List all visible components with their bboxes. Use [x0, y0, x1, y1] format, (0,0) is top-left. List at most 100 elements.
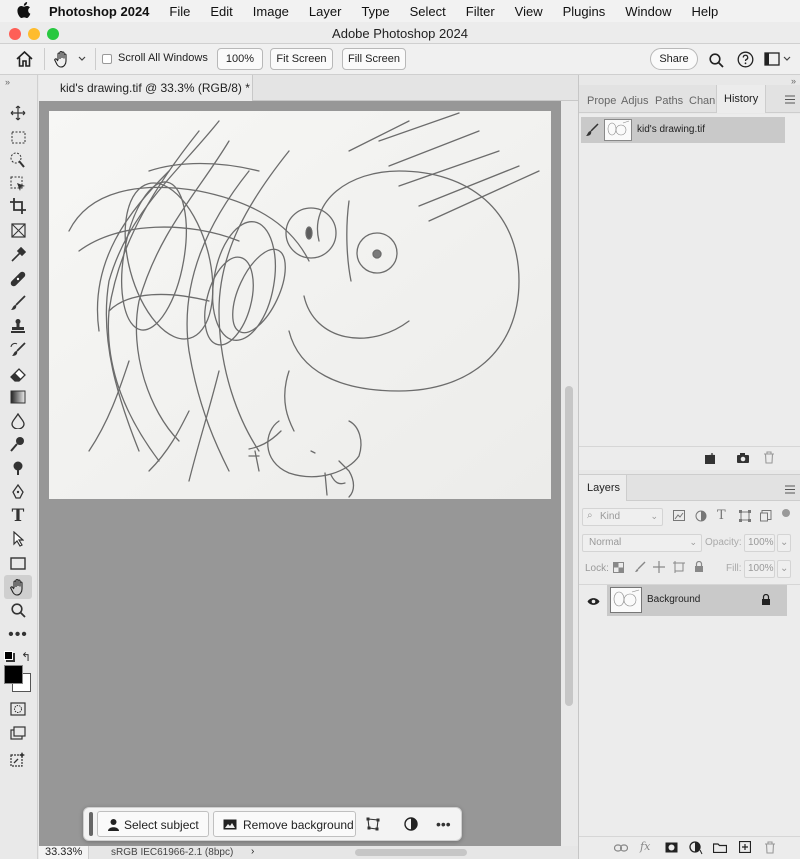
hand-tool-icon[interactable] — [4, 575, 32, 599]
zoom-100-button[interactable]: 100% — [217, 48, 263, 70]
layer-name[interactable]: Background — [647, 594, 700, 605]
tab-adjustments[interactable]: Adjus — [621, 95, 649, 107]
new-group-folder-icon[interactable] — [712, 842, 728, 856]
swap-colors-icon[interactable]: ↰ — [21, 650, 31, 664]
clone-stamp-tool-icon[interactable] — [6, 316, 30, 336]
horizontal-scroll-thumb[interactable] — [355, 849, 467, 856]
lock-image-pixels-icon[interactable] — [634, 561, 646, 576]
visibility-eye-icon[interactable] — [587, 595, 600, 609]
tab-channels[interactable]: Chan — [689, 95, 715, 107]
select-subject-button[interactable]: Select subject — [97, 811, 209, 837]
type-layer-filter-icon[interactable]: T — [717, 508, 726, 523]
workspace-icon[interactable] — [762, 50, 782, 68]
trash-icon[interactable] — [764, 841, 776, 857]
help-icon[interactable] — [735, 49, 755, 69]
remove-background-button[interactable]: Remove background — [213, 811, 356, 837]
quick-mask-icon[interactable] — [6, 699, 30, 719]
foreground-color-swatch[interactable] — [4, 665, 23, 684]
share-button[interactable]: Share — [650, 48, 698, 70]
lock-transparent-pixels-icon[interactable] — [613, 562, 624, 576]
lock-artboard-icon[interactable] — [673, 561, 685, 576]
pen-tool-icon[interactable] — [6, 482, 30, 502]
type-tool-icon[interactable]: T — [6, 506, 30, 526]
menu-edit[interactable]: Edit — [210, 4, 232, 19]
fit-screen-button[interactable]: Fit Screen — [270, 48, 333, 70]
chevron-right-icon[interactable]: › — [251, 846, 254, 857]
screen-mode-icon[interactable] — [6, 723, 30, 743]
shape-layer-filter-icon[interactable] — [739, 510, 751, 525]
opacity-dropdown[interactable]: ⌄ — [777, 534, 791, 552]
panel-menu-icon[interactable] — [785, 483, 795, 497]
history-state-row[interactable]: kid's drawing.tif — [581, 117, 785, 143]
menu-help[interactable]: Help — [692, 4, 719, 19]
smart-object-filter-icon[interactable] — [760, 510, 772, 525]
layer-filter-kind[interactable]: ⌕ Kind ⌄ — [582, 508, 663, 526]
opacity-input[interactable]: 100% — [744, 534, 775, 552]
fill-dropdown[interactable]: ⌄ — [777, 560, 791, 578]
fill-input[interactable]: 100% — [744, 560, 775, 578]
transform-icon[interactable] — [366, 817, 380, 834]
move-tool-icon[interactable] — [6, 103, 30, 123]
object-selection-tool-icon[interactable] — [6, 174, 30, 194]
new-document-from-state-icon[interactable] — [704, 452, 718, 468]
panel-menu-icon[interactable] — [785, 93, 795, 107]
tab-history[interactable]: History — [716, 85, 766, 113]
document-image[interactable] — [49, 111, 551, 499]
blur-tool-icon[interactable] — [6, 411, 30, 431]
history-brush-source-icon[interactable] — [585, 123, 599, 140]
brush-tool-icon[interactable] — [6, 293, 30, 313]
new-adjustment-layer-icon[interactable] — [689, 841, 703, 858]
apple-menu-icon[interactable] — [17, 1, 35, 21]
tab-paths[interactable]: Paths — [655, 95, 683, 107]
chevron-down-icon[interactable] — [76, 52, 88, 66]
vertical-scrollbar[interactable] — [561, 101, 578, 846]
crop-tool-icon[interactable] — [6, 196, 30, 216]
chevron-down-icon[interactable] — [782, 54, 792, 64]
search-icon[interactable] — [706, 50, 726, 70]
add-mask-icon[interactable] — [665, 842, 678, 856]
canvas-area[interactable]: Select subject Remove background ••• — [39, 101, 561, 846]
task-bar-grip[interactable] — [89, 812, 93, 836]
scroll-all-windows-checkbox[interactable] — [102, 54, 112, 64]
dodge-tool-icon[interactable] — [6, 434, 30, 454]
home-icon[interactable] — [12, 49, 36, 69]
generative-fill-icon[interactable] — [6, 749, 30, 769]
history-brush-tool-icon[interactable] — [6, 340, 30, 360]
menu-select[interactable]: Select — [410, 4, 446, 19]
eraser-tool-icon[interactable] — [6, 364, 30, 384]
menu-type[interactable]: Type — [361, 4, 389, 19]
lock-all-icon[interactable] — [694, 560, 704, 576]
menu-plugins[interactable]: Plugins — [563, 4, 606, 19]
tab-layers[interactable]: Layers — [579, 475, 627, 501]
menu-window[interactable]: Window — [625, 4, 671, 19]
default-colors-icon[interactable] — [4, 651, 13, 660]
new-layer-icon[interactable] — [738, 840, 752, 856]
gradient-tool-icon[interactable] — [6, 387, 30, 407]
collapse-toolbox-icon[interactable]: » — [5, 77, 10, 87]
path-selection-tool-icon[interactable] — [6, 529, 30, 549]
fill-screen-button[interactable]: Fill Screen — [342, 48, 406, 70]
menu-layer[interactable]: Layer — [309, 4, 342, 19]
zoom-tool-icon[interactable] — [6, 600, 30, 620]
more-options-icon[interactable]: ••• — [436, 816, 451, 832]
layer-style-fx-icon[interactable]: fx — [640, 840, 650, 853]
menu-photoshop[interactable]: Photoshop 2024 — [49, 4, 149, 19]
hand-tool-preset-icon[interactable] — [51, 48, 73, 70]
frame-tool-icon[interactable] — [6, 220, 30, 240]
adjustment-layer-filter-icon[interactable] — [695, 510, 707, 525]
spot-healing-tool-icon[interactable] — [6, 269, 30, 289]
zoom-level[interactable]: 33.33% — [39, 846, 89, 859]
quick-selection-tool-icon[interactable] — [6, 150, 30, 170]
more-tools-icon[interactable]: ••• — [6, 625, 30, 645]
menu-image[interactable]: Image — [253, 4, 289, 19]
layer-row-background[interactable]: Background — [579, 585, 800, 616]
camera-icon[interactable] — [736, 452, 750, 467]
tab-properties[interactable]: Prope — [587, 95, 616, 107]
rectangle-tool-icon[interactable] — [6, 553, 30, 573]
eyedropper-tool-icon[interactable] — [6, 245, 30, 265]
document-tab[interactable]: kid's drawing.tif @ 33.3% (RGB/8) * — [39, 75, 253, 101]
pixel-layer-filter-icon[interactable] — [673, 510, 685, 524]
adjustment-icon[interactable] — [404, 817, 418, 834]
trash-icon[interactable] — [763, 451, 775, 467]
burn-tool-icon[interactable] — [6, 458, 30, 478]
